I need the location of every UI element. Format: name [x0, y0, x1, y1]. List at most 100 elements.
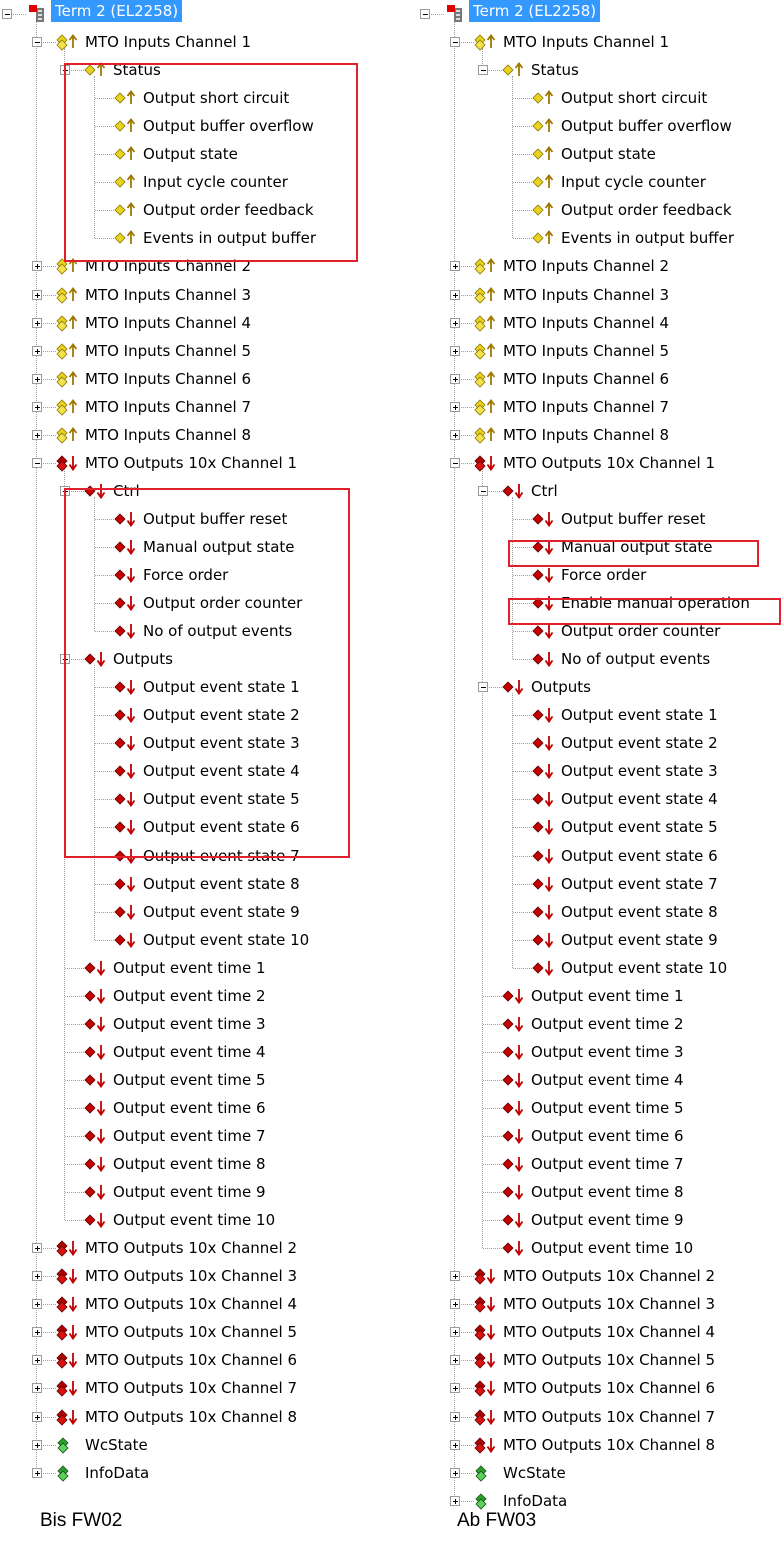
- tree-node[interactable]: MTO Inputs Channel 8: [0, 421, 380, 449]
- tree-node[interactable]: Output event time 4: [0, 1038, 380, 1066]
- tree-node[interactable]: Output buffer reset: [418, 505, 781, 533]
- collapse-icon[interactable]: [32, 458, 42, 468]
- tree-node[interactable]: Output event time 3: [0, 1010, 380, 1038]
- tree-node[interactable]: Term 2 (EL2258): [0, 0, 380, 28]
- expand-icon[interactable]: [32, 374, 42, 384]
- tree-node[interactable]: MTO Outputs 10x Channel 3: [418, 1290, 781, 1318]
- expand-icon[interactable]: [32, 318, 42, 328]
- expand-icon[interactable]: [450, 1327, 460, 1337]
- expand-icon[interactable]: [450, 261, 460, 271]
- tree-node[interactable]: MTO Outputs 10x Channel 5: [0, 1318, 380, 1346]
- tree-node[interactable]: Output buffer overflow: [418, 112, 781, 140]
- tree-node[interactable]: MTO Outputs 10x Channel 7: [418, 1403, 781, 1431]
- tree-node[interactable]: Output event time 9: [418, 1206, 781, 1234]
- expand-icon[interactable]: [450, 402, 460, 412]
- tree-node[interactable]: MTO Outputs 10x Channel 1: [0, 449, 380, 477]
- expand-icon[interactable]: [32, 1355, 42, 1365]
- tree-node[interactable]: Output event state 6: [418, 842, 781, 870]
- expand-icon[interactable]: [450, 1355, 460, 1365]
- collapse-icon[interactable]: [2, 9, 12, 19]
- expand-icon[interactable]: [450, 290, 460, 300]
- expand-icon[interactable]: [450, 374, 460, 384]
- collapse-icon[interactable]: [478, 682, 488, 692]
- tree-node[interactable]: WcState: [0, 1431, 380, 1459]
- tree-node[interactable]: Output event time 6: [0, 1094, 380, 1122]
- tree-node[interactable]: MTO Outputs 10x Channel 8: [0, 1403, 380, 1431]
- expand-icon[interactable]: [450, 346, 460, 356]
- tree-node[interactable]: No of output events: [418, 645, 781, 673]
- collapse-icon[interactable]: [420, 9, 430, 19]
- tree-node[interactable]: Output event time 7: [0, 1122, 380, 1150]
- expand-icon[interactable]: [32, 1243, 42, 1253]
- tree-node[interactable]: Output event time 4: [418, 1066, 781, 1094]
- tree-node[interactable]: Output event time 5: [0, 1066, 380, 1094]
- tree-node[interactable]: MTO Outputs 10x Channel 6: [0, 1346, 380, 1374]
- expand-icon[interactable]: [32, 1468, 42, 1478]
- tree-node[interactable]: Output event state 1: [418, 701, 781, 729]
- tree-node[interactable]: Output event state 9: [0, 898, 380, 926]
- tree-node[interactable]: Ctrl: [418, 477, 781, 505]
- tree-node[interactable]: MTO Inputs Channel 7: [0, 393, 380, 421]
- tree-node[interactable]: Output state: [418, 140, 781, 168]
- expand-icon[interactable]: [450, 1468, 460, 1478]
- expand-icon[interactable]: [32, 430, 42, 440]
- tree-node[interactable]: Output event time 3: [418, 1038, 781, 1066]
- expand-icon[interactable]: [32, 1327, 42, 1337]
- tree-node[interactable]: InfoData: [0, 1459, 380, 1487]
- tree-node[interactable]: MTO Inputs Channel 4: [0, 309, 380, 337]
- tree-node[interactable]: MTO Outputs 10x Channel 4: [418, 1318, 781, 1346]
- tree-node[interactable]: MTO Outputs 10x Channel 2: [0, 1234, 380, 1262]
- collapse-icon[interactable]: [450, 37, 460, 47]
- expand-icon[interactable]: [450, 1440, 460, 1450]
- tree-node[interactable]: MTO Inputs Channel 2: [418, 252, 781, 280]
- tree-node[interactable]: Output event time 7: [418, 1150, 781, 1178]
- tree-node[interactable]: Output event time 8: [418, 1178, 781, 1206]
- tree-node[interactable]: Status: [418, 56, 781, 84]
- tree-node[interactable]: MTO Outputs 10x Channel 1: [418, 449, 781, 477]
- tree-node[interactable]: MTO Inputs Channel 6: [0, 365, 380, 393]
- expand-icon[interactable]: [32, 1383, 42, 1393]
- tree-node[interactable]: Output event state 3: [418, 757, 781, 785]
- tree-node[interactable]: Output event state 5: [418, 813, 781, 841]
- tree-node[interactable]: Output event time 1: [418, 982, 781, 1010]
- tree-node[interactable]: Output event state 2: [418, 729, 781, 757]
- tree-node[interactable]: Output short circuit: [418, 84, 781, 112]
- tree-node[interactable]: Output event time 5: [418, 1094, 781, 1122]
- tree-node[interactable]: MTO Outputs 10x Channel 5: [418, 1346, 781, 1374]
- expand-icon[interactable]: [32, 261, 42, 271]
- collapse-icon[interactable]: [478, 65, 488, 75]
- tree-node[interactable]: Output event state 10: [418, 954, 781, 982]
- expand-icon[interactable]: [32, 1440, 42, 1450]
- expand-icon[interactable]: [32, 402, 42, 412]
- tree-node[interactable]: MTO Outputs 10x Channel 3: [0, 1262, 380, 1290]
- tree-node[interactable]: MTO Inputs Channel 5: [0, 337, 380, 365]
- expand-icon[interactable]: [450, 1496, 460, 1506]
- tree-node[interactable]: MTO Outputs 10x Channel 7: [0, 1374, 380, 1402]
- collapse-icon[interactable]: [478, 486, 488, 496]
- expand-icon[interactable]: [32, 1271, 42, 1281]
- tree-node[interactable]: Output event time 1: [0, 954, 380, 982]
- tree-node[interactable]: Output event time 6: [418, 1122, 781, 1150]
- tree-node[interactable]: MTO Inputs Channel 8: [418, 421, 781, 449]
- tree-node[interactable]: MTO Inputs Channel 3: [0, 281, 380, 309]
- tree-node[interactable]: Output event state 8: [418, 898, 781, 926]
- tree-node[interactable]: Output event time 8: [0, 1150, 380, 1178]
- expand-icon[interactable]: [450, 1271, 460, 1281]
- tree-node[interactable]: MTO Inputs Channel 6: [418, 365, 781, 393]
- tree-node[interactable]: Output event state 8: [0, 870, 380, 898]
- tree-node[interactable]: Term 2 (EL2258): [418, 0, 781, 28]
- expand-icon[interactable]: [450, 1383, 460, 1393]
- tree-node[interactable]: MTO Inputs Channel 7: [418, 393, 781, 421]
- expand-icon[interactable]: [32, 1412, 42, 1422]
- expand-icon[interactable]: [450, 1412, 460, 1422]
- tree-node[interactable]: MTO Outputs 10x Channel 8: [418, 1431, 781, 1459]
- tree-node[interactable]: Output event time 2: [418, 1010, 781, 1038]
- tree-node[interactable]: MTO Inputs Channel 1: [418, 28, 781, 56]
- collapse-icon[interactable]: [450, 458, 460, 468]
- tree-node[interactable]: MTO Outputs 10x Channel 4: [0, 1290, 380, 1318]
- collapse-icon[interactable]: [32, 37, 42, 47]
- expand-icon[interactable]: [32, 346, 42, 356]
- tree-node[interactable]: Output event state 7: [418, 870, 781, 898]
- expand-icon[interactable]: [450, 430, 460, 440]
- tree-node[interactable]: Output order feedback: [418, 196, 781, 224]
